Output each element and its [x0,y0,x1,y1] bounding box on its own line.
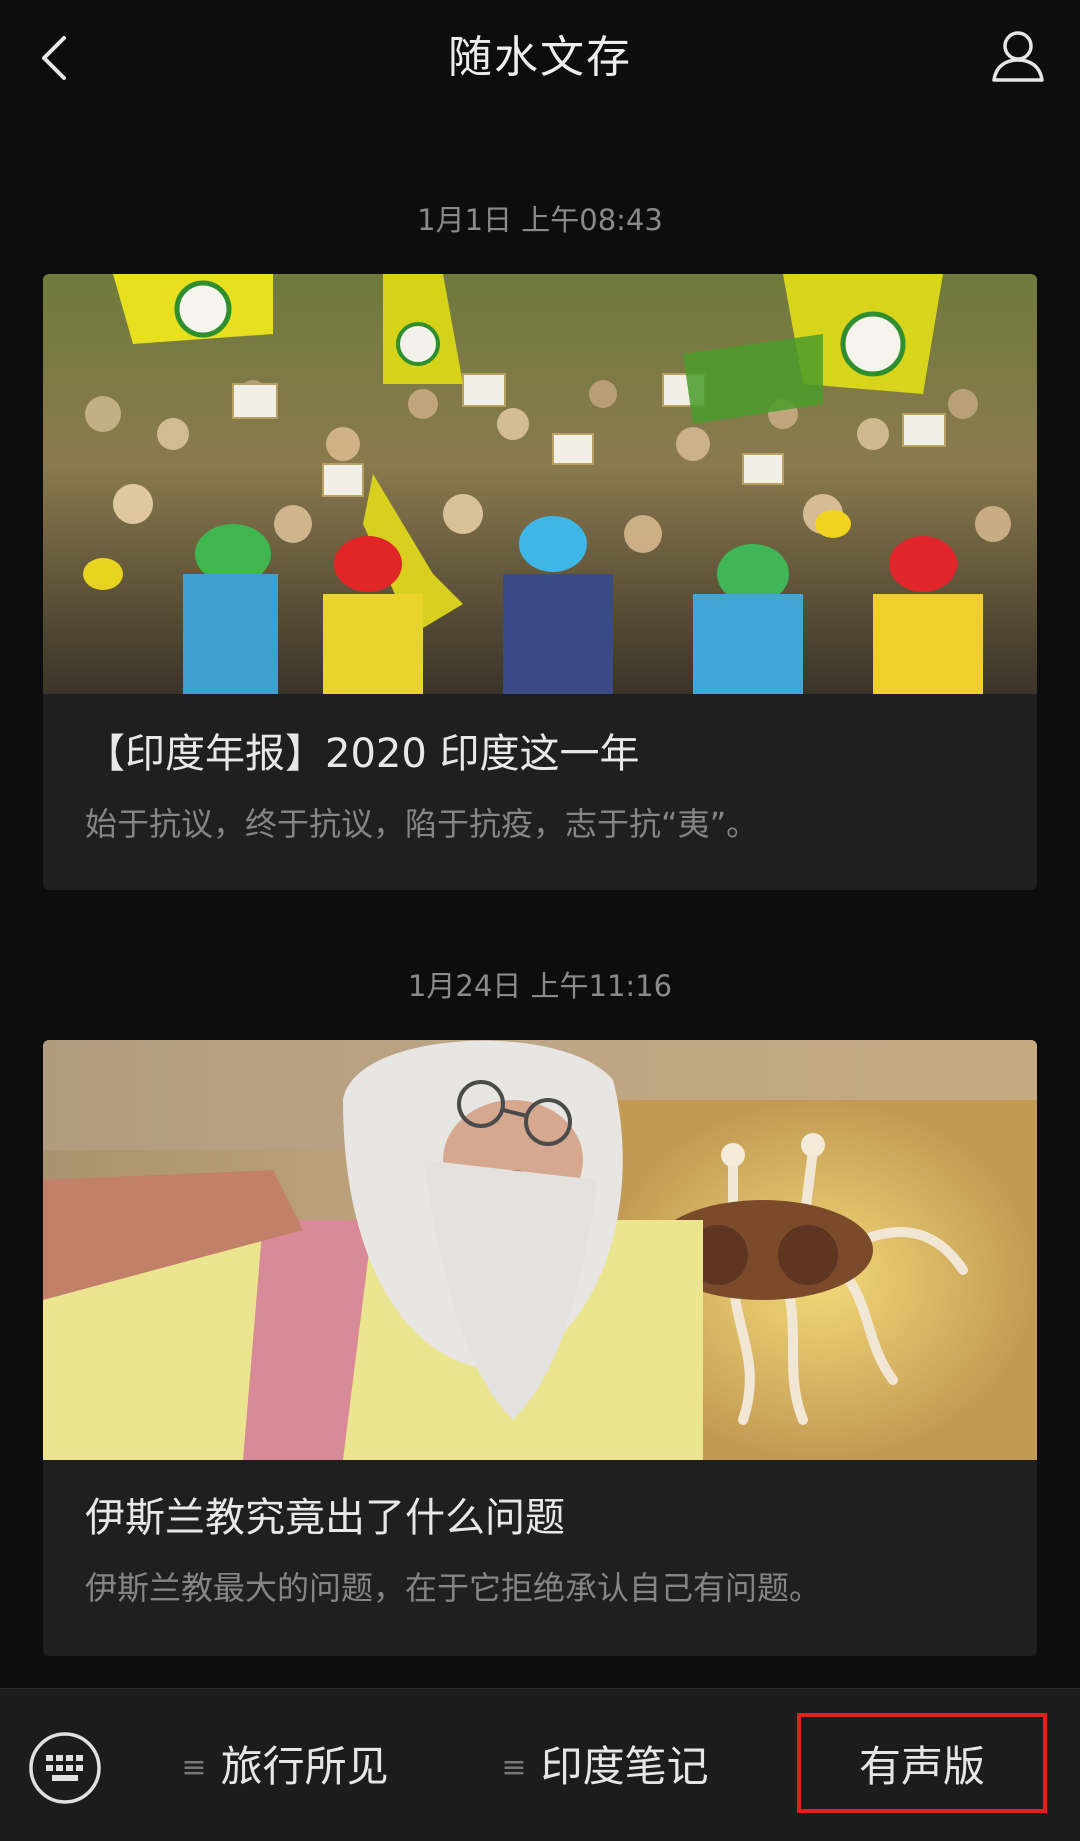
keyboard-toggle-button[interactable] [28,1731,102,1805]
menu-item-india-notes[interactable]: ≡ 印度笔记 [470,1719,740,1815]
article-card[interactable]: 伊斯兰教究竟出了什么问题 伊斯兰教最大的问题，在于它拒绝承认自己有问题。 [43,1040,1037,1656]
article-card[interactable]: 【印度年报】2020 印度这一年 始于抗议，终于抗议，陷于抗疫，志于抗“夷”。 [43,274,1037,890]
article-description: 伊斯兰教最大的问题，在于它拒绝承认自己有问题。 [85,1569,822,1607]
article-title: 伊斯兰教究竟出了什么问题 [85,1495,565,1541]
article-cover-image [43,274,1037,694]
menu-item-label: 旅行所见 [220,1742,389,1791]
highlight-annotation-box [797,1713,1047,1813]
submenu-icon: ≡ [181,1750,207,1785]
page-title: 随水文存 [448,32,632,83]
menu-item-label: 印度笔记 [540,1742,709,1791]
person-icon [992,31,1044,82]
article-cover-image [43,1040,1037,1460]
menu-item-travel[interactable]: ≡ 旅行所见 [150,1719,420,1815]
submenu-icon: ≡ [501,1750,527,1785]
article-title: 【印度年报】2020 印度这一年 [85,731,640,777]
article-description: 始于抗议，终于抗议，陷于抗疫，志于抗“夷”。 [85,805,759,843]
top-bar: 随水文存 [0,0,1080,118]
profile-button[interactable] [986,24,1050,88]
message-timestamp: 1月1日 上午08:43 [417,203,663,237]
bottom-menu-bar: ≡ 旅行所见 ≡ 印度笔记 有声版 [0,1688,1080,1841]
message-timestamp: 1月24日 上午11:16 [407,969,673,1003]
keyboard-icon [29,1732,101,1804]
